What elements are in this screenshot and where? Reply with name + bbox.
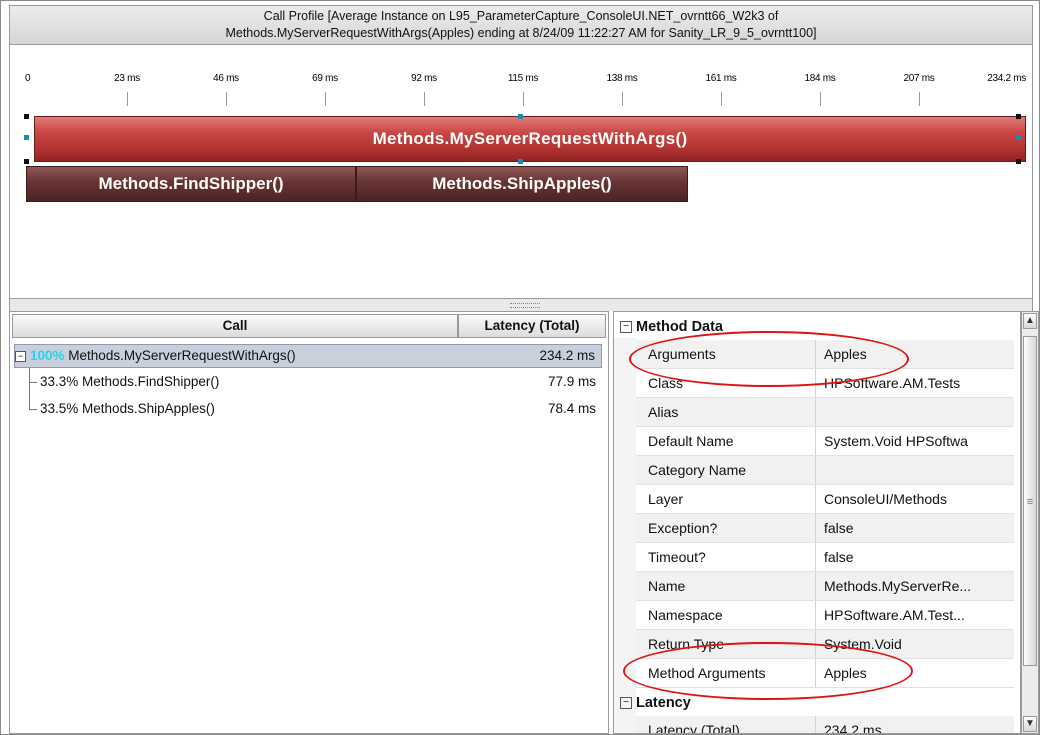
property-value: ConsoleUI/Methods (824, 491, 947, 507)
property-row[interactable]: Name Methods.MyServerRe... (636, 572, 1014, 601)
selection-handle[interactable] (1016, 114, 1021, 119)
highlight-oval-arguments (629, 331, 909, 387)
scroll-thumb[interactable]: ≡ (1023, 336, 1037, 666)
horizontal-splitter[interactable] (9, 299, 1033, 311)
property-name: Exception? (648, 520, 718, 536)
timeline-tick-label: 46 ms (213, 73, 239, 84)
timeline-tick-label: 161 ms (705, 73, 737, 84)
property-divider (815, 398, 816, 426)
selection-handle[interactable] (24, 114, 29, 119)
selection-handle[interactable] (24, 135, 29, 140)
property-value: false (824, 520, 854, 536)
column-header-call[interactable]: Call (12, 314, 458, 338)
scroll-up-icon[interactable]: ▲ (1023, 313, 1037, 329)
property-value: false (824, 549, 854, 565)
collapse-icon[interactable]: − (620, 321, 632, 334)
timeline-tick-label: 23 ms (114, 73, 140, 84)
call-profile-title: Call Profile [Average Instance on L95_Pa… (9, 5, 1033, 45)
collapse-icon[interactable]: − (620, 697, 632, 710)
call-latency: 234.2 ms (539, 348, 595, 363)
selection-handle[interactable] (518, 159, 523, 164)
property-value: System.Void HPSoftwa (824, 433, 968, 449)
timeline-tick-label: 184 ms (804, 73, 836, 84)
timeline-tick-label: 0 (25, 73, 31, 84)
timeline-tick (622, 92, 623, 106)
selection-handle[interactable] (24, 159, 29, 164)
property-name: Namespace (648, 607, 723, 623)
timeline-tick (325, 92, 326, 106)
highlight-oval-method-arguments (623, 642, 913, 700)
call-name: Methods.FindShipper() (82, 374, 220, 389)
call-tree-row[interactable]: −100% Methods.MyServerRequestWithArgs() … (14, 344, 602, 368)
timeline-tick-label: 138 ms (606, 73, 638, 84)
selection-handle[interactable] (1016, 135, 1021, 140)
timeline-tick (919, 92, 920, 106)
call-percent: 33.5% (40, 401, 79, 416)
call-profile-window: Call Profile [Average Instance on L95_Pa… (0, 0, 1040, 735)
timeline-tick-label: 69 ms (312, 73, 338, 84)
title-line-1: Call Profile [Average Instance on L95_Pa… (263, 9, 779, 23)
property-divider (815, 514, 816, 542)
property-divider (815, 485, 816, 513)
call-tree-row[interactable]: 33.5% Methods.ShipApples() 78.4 ms (14, 397, 602, 421)
property-divider (815, 543, 816, 571)
timeline-tick-label: 207 ms (903, 73, 935, 84)
property-row[interactable]: Default Name System.Void HPSoftwa (636, 427, 1014, 456)
property-row[interactable]: Exception? false (636, 514, 1014, 543)
timeline-tick (820, 92, 821, 106)
timeline-tick-label: 234.2 ms (987, 73, 1026, 84)
timeline-bar-main[interactable]: Methods.MyServerRequestWithArgs() (34, 116, 1026, 162)
property-name: Alias (648, 404, 679, 420)
property-name: Timeout? (648, 549, 706, 565)
scroll-down-icon[interactable]: ▼ (1023, 716, 1037, 732)
call-name: Methods.ShipApples() (82, 401, 215, 416)
property-name: Category Name (648, 462, 747, 478)
timeline-tick (424, 92, 425, 106)
collapse-icon[interactable]: − (15, 350, 26, 362)
title-line-2: Methods.MyServerRequestWithArgs(Apples) … (225, 26, 817, 40)
timeline-tick (226, 92, 227, 106)
timeline-tick (721, 92, 722, 106)
property-name: Latency (Total) (648, 722, 740, 734)
splitter-grip-icon (510, 303, 540, 308)
call-name: Methods.MyServerRequestWithArgs() (68, 348, 296, 363)
call-tree-row[interactable]: 33.3% Methods.FindShipper() 77.9 ms (14, 370, 602, 394)
call-percent: 33.3% (40, 374, 79, 389)
timeline-tick-label: 92 ms (411, 73, 437, 84)
property-divider (815, 601, 816, 629)
property-row[interactable]: Timeout? false (636, 543, 1014, 572)
property-divider (815, 456, 816, 484)
timeline-tick (127, 92, 128, 106)
timeline-bar-findshipper[interactable]: Methods.FindShipper() (26, 166, 356, 202)
column-header-latency[interactable]: Latency (Total) (458, 314, 606, 338)
property-divider (815, 427, 816, 455)
selection-handle[interactable] (1016, 159, 1021, 164)
call-latency: 77.9 ms (547, 374, 596, 389)
timeline-panel: 0 23 ms 46 ms 69 ms 92 ms 115 ms 138 ms 161 ms 1… (9, 45, 1033, 299)
property-value: Methods.MyServerRe... (824, 578, 972, 594)
timeline-bar-shipapples[interactable]: Methods.ShipApples() (356, 166, 688, 202)
vertical-scrollbar[interactable]: ▲ ≡ ▼ (1021, 311, 1039, 734)
property-row[interactable]: Layer ConsoleUI/Methods (636, 485, 1014, 514)
property-row[interactable]: Category Name (636, 456, 1014, 485)
property-name: Layer (648, 491, 684, 507)
call-percent: 100% (30, 348, 65, 363)
property-row[interactable]: Latency (Total) 234.2 ms (636, 716, 1014, 734)
property-divider (815, 572, 816, 600)
timeline-tick (523, 92, 524, 106)
property-row[interactable]: Alias (636, 398, 1014, 427)
property-value: 234.2 ms (824, 722, 882, 734)
timeline-tick-label: 115 ms (507, 73, 539, 84)
section-title: Latency (636, 695, 691, 711)
call-latency: 78.4 ms (547, 401, 596, 416)
property-row[interactable]: Namespace HPSoftware.AM.Test... (636, 601, 1014, 630)
call-tree-panel: Call Latency (Total) −100% Methods.MySer… (9, 311, 609, 734)
property-name: Name (648, 578, 686, 594)
property-name: Default Name (648, 433, 734, 449)
selection-handle[interactable] (518, 114, 523, 119)
property-divider (815, 716, 816, 733)
property-value: HPSoftware.AM.Test... (824, 607, 965, 623)
